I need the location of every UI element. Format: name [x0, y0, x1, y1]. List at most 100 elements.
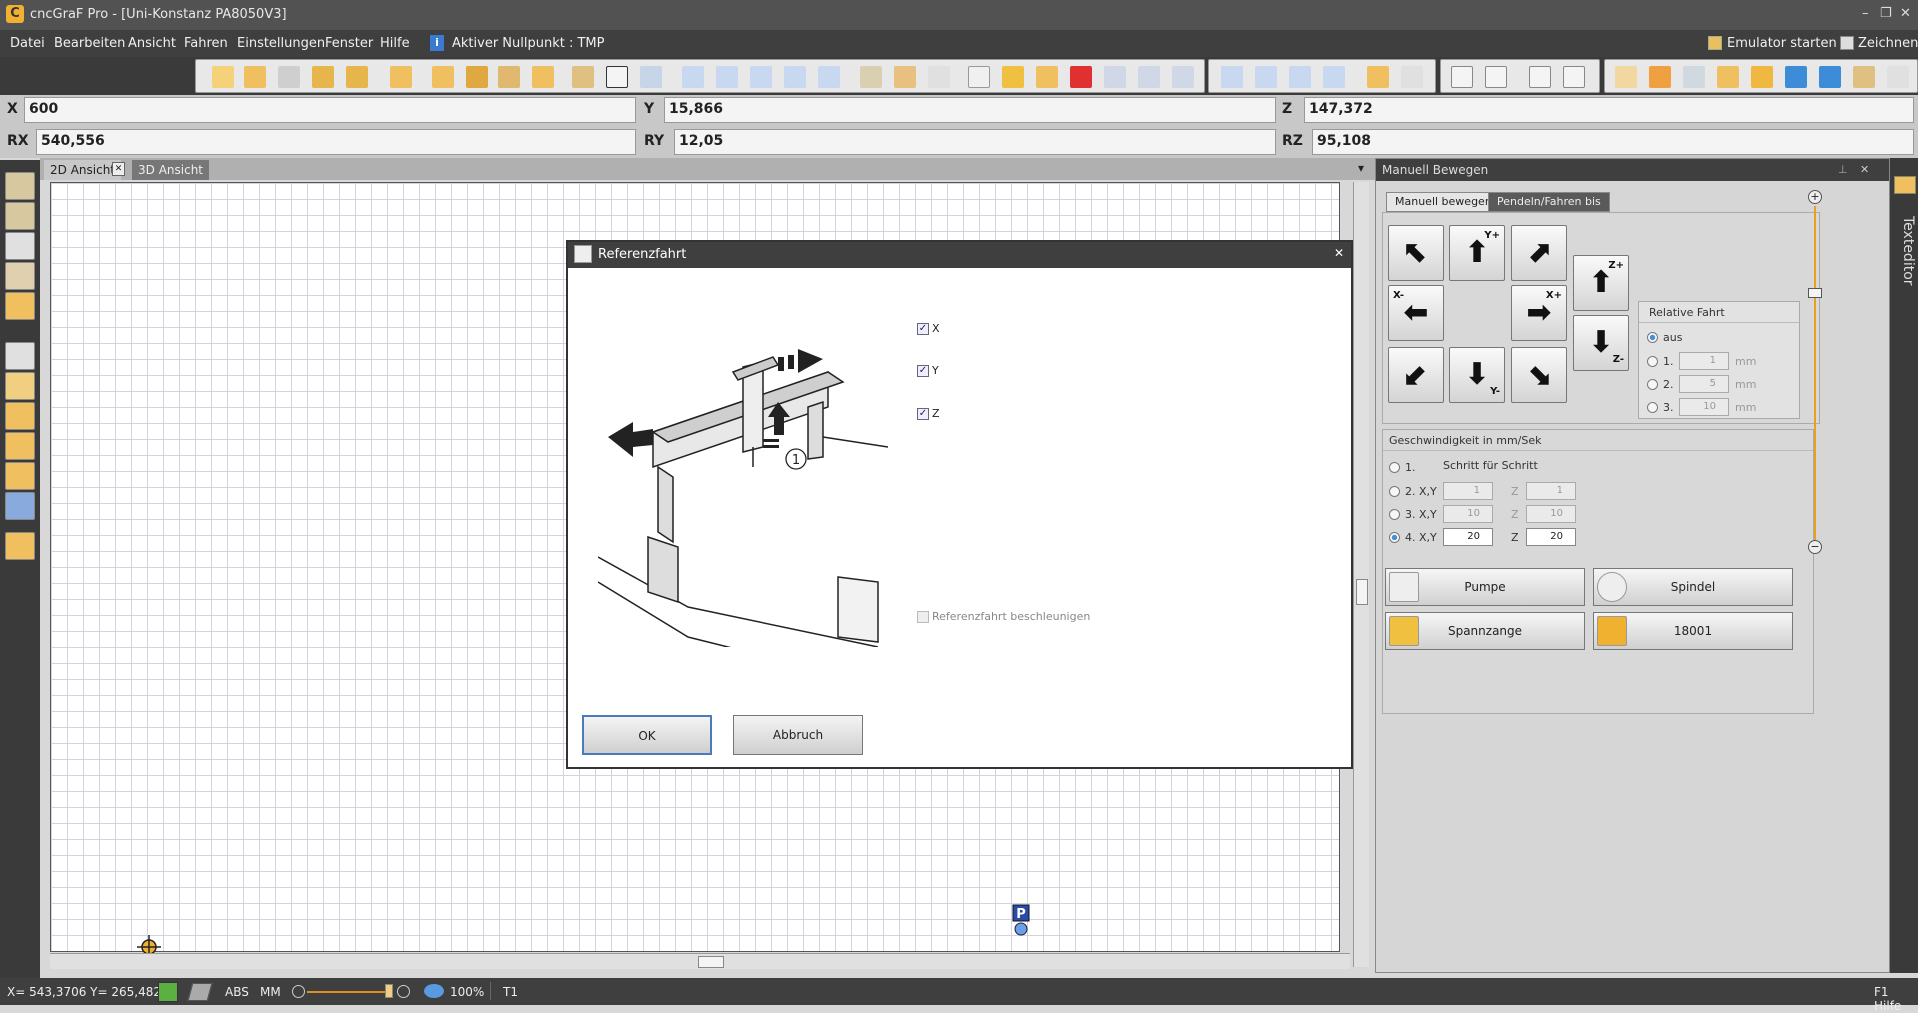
rz-field[interactable]: 95,108 [1312, 129, 1914, 155]
zoom-window-icon[interactable] [1323, 66, 1345, 88]
move-x-plus-button[interactable]: ➡ X+ [1511, 285, 1567, 341]
active-nullpunkt[interactable]: Aktiver Nullpunkt : TMP [452, 36, 604, 51]
z-field[interactable]: 147,372 [1304, 97, 1914, 123]
layers-icon[interactable] [432, 66, 454, 88]
speed-3-z-spin[interactable]: 10 [1526, 505, 1576, 523]
tab-manuell-bewegen[interactable]: Manuell bewegen [1386, 192, 1501, 212]
abs-mode[interactable]: ABS [225, 985, 249, 999]
menu-fenster[interactable]: Fenster [325, 36, 373, 51]
move-up-right-button[interactable]: ⬈ [1511, 225, 1567, 281]
zoom-plus-icon[interactable]: + [1808, 190, 1822, 204]
save-icon[interactable] [278, 66, 300, 88]
dialog-close-button[interactable]: ✕ [1334, 246, 1344, 260]
pause-icon[interactable] [1036, 66, 1058, 88]
zoom-all-icon[interactable] [1289, 66, 1311, 88]
rx-field[interactable]: 540,556 [36, 129, 636, 155]
view-wire-icon[interactable] [1683, 66, 1705, 88]
doc2-icon[interactable] [1485, 66, 1507, 88]
speed-4-xy-spin[interactable]: 20 [1443, 528, 1493, 546]
edit-node-tool-icon[interactable] [5, 342, 35, 370]
pin-icon[interactable]: ⊥ [1838, 163, 1848, 176]
tool-icon[interactable] [466, 66, 488, 88]
zoom-minus-icon[interactable]: − [1808, 540, 1822, 554]
speed-1-radio[interactable] [1389, 462, 1400, 473]
check-accelerate[interactable]: Referenzfahrt beschleunigen [917, 610, 1090, 623]
close-tab-icon[interactable]: ✕ [112, 162, 125, 176]
zoom-in-status-icon[interactable] [397, 985, 410, 998]
emulator-start-button[interactable]: Emulator starten [1727, 36, 1837, 51]
speed-3-xy-spin[interactable]: 10 [1443, 505, 1493, 523]
relative-2-spin[interactable]: 5 [1679, 375, 1729, 393]
parking-icon[interactable] [606, 66, 628, 88]
pan-icon[interactable] [1367, 66, 1389, 88]
pocket-tool-icon[interactable] [5, 432, 35, 460]
reset-icon[interactable] [1138, 66, 1160, 88]
measure-icon[interactable] [860, 66, 882, 88]
menu-fahren[interactable]: Fahren [184, 36, 228, 51]
ruler-icon[interactable] [894, 66, 916, 88]
view-top-icon[interactable] [1751, 66, 1773, 88]
rpm-button[interactable]: 18001 [1593, 612, 1793, 650]
speed-4-radio[interactable] [1389, 532, 1400, 543]
zoom-slider-thumb[interactable] [385, 984, 393, 998]
job-icon[interactable] [572, 66, 594, 88]
relative-1-radio[interactable] [1647, 356, 1658, 367]
speed-slider-thumb[interactable] [1808, 288, 1822, 298]
zoom-out-icon[interactable] [1255, 66, 1277, 88]
relative-1-spin[interactable]: 1 [1679, 352, 1729, 370]
ok-button[interactable]: OK [582, 715, 712, 755]
hand-icon[interactable] [498, 66, 520, 88]
array-tool-icon[interactable] [5, 492, 35, 520]
offset-tool-icon[interactable] [5, 402, 35, 430]
relative-off-radio[interactable] [1647, 332, 1658, 343]
box-icon[interactable] [968, 66, 990, 88]
home-x-icon[interactable] [750, 66, 772, 88]
tab-3d-view[interactable]: 3D Ansicht [132, 160, 209, 180]
fly-icon[interactable] [640, 66, 662, 88]
checkbox-y[interactable]: ✓ [917, 365, 929, 377]
minimize-button[interactable]: – [1862, 6, 1869, 21]
view-iso-icon[interactable] [1615, 66, 1637, 88]
height-icon[interactable] [928, 66, 950, 88]
home-xy-icon[interactable] [716, 66, 738, 88]
y-field[interactable]: 15,866 [664, 97, 1276, 123]
move-z-plus-button[interactable]: ⬆ Z+ [1573, 255, 1629, 311]
step-icon[interactable] [1104, 66, 1126, 88]
pumpe-button[interactable]: Pumpe [1385, 568, 1585, 606]
checkbox-x[interactable]: ✓ [917, 323, 929, 335]
help-hint[interactable]: F1 Hilfe [1874, 985, 1918, 1013]
x-field[interactable]: 600 [24, 97, 636, 123]
menu-einstellungen[interactable]: Einstellungen [237, 36, 325, 51]
move-y-plus-button[interactable]: ⬆ Y+ [1449, 225, 1505, 281]
doc4-icon[interactable] [1563, 66, 1585, 88]
select-dropdown-icon[interactable] [390, 66, 412, 88]
vertical-scrollbar[interactable] [1353, 182, 1369, 967]
grid-tool-icon[interactable] [5, 372, 35, 400]
play-icon[interactable] [1002, 66, 1024, 88]
move-up-left-button[interactable]: ⬉ [1388, 225, 1444, 281]
menu-datei[interactable]: Datei [10, 36, 45, 51]
close-window-button[interactable]: ✕ [1900, 6, 1911, 21]
tabs-dropdown-icon[interactable]: ▾ [1358, 161, 1364, 175]
open-file-icon[interactable] [244, 66, 266, 88]
maximize-button[interactable]: ❐ [1880, 6, 1892, 21]
move-x-minus-button[interactable]: ⬅ X- [1388, 285, 1444, 341]
redo-icon[interactable] [346, 66, 368, 88]
menu-hilfe[interactable]: Hilfe [380, 36, 410, 51]
optimize-tool-icon[interactable] [5, 532, 35, 560]
spindel-button[interactable]: Spindel [1593, 568, 1793, 606]
dimension-tool-icon[interactable] [5, 292, 35, 320]
draw-arc-tool-icon[interactable] [5, 202, 35, 230]
tab-2d-view[interactable]: 2D Ansicht [44, 160, 121, 180]
cancel-button[interactable]: Abbruch [733, 715, 863, 755]
horizontal-scroll-thumb[interactable] [698, 956, 724, 968]
relative-3-radio[interactable] [1647, 402, 1658, 413]
view-layers-icon[interactable] [1717, 66, 1739, 88]
zoom-in-icon[interactable] [1221, 66, 1243, 88]
material-icon[interactable] [532, 66, 554, 88]
move-down-right-button[interactable]: ⬊ [1511, 347, 1567, 403]
speed-2-radio[interactable] [1389, 486, 1400, 497]
home-y-icon[interactable] [784, 66, 806, 88]
home-z-icon[interactable] [818, 66, 840, 88]
transform-tool-icon[interactable] [5, 232, 35, 260]
